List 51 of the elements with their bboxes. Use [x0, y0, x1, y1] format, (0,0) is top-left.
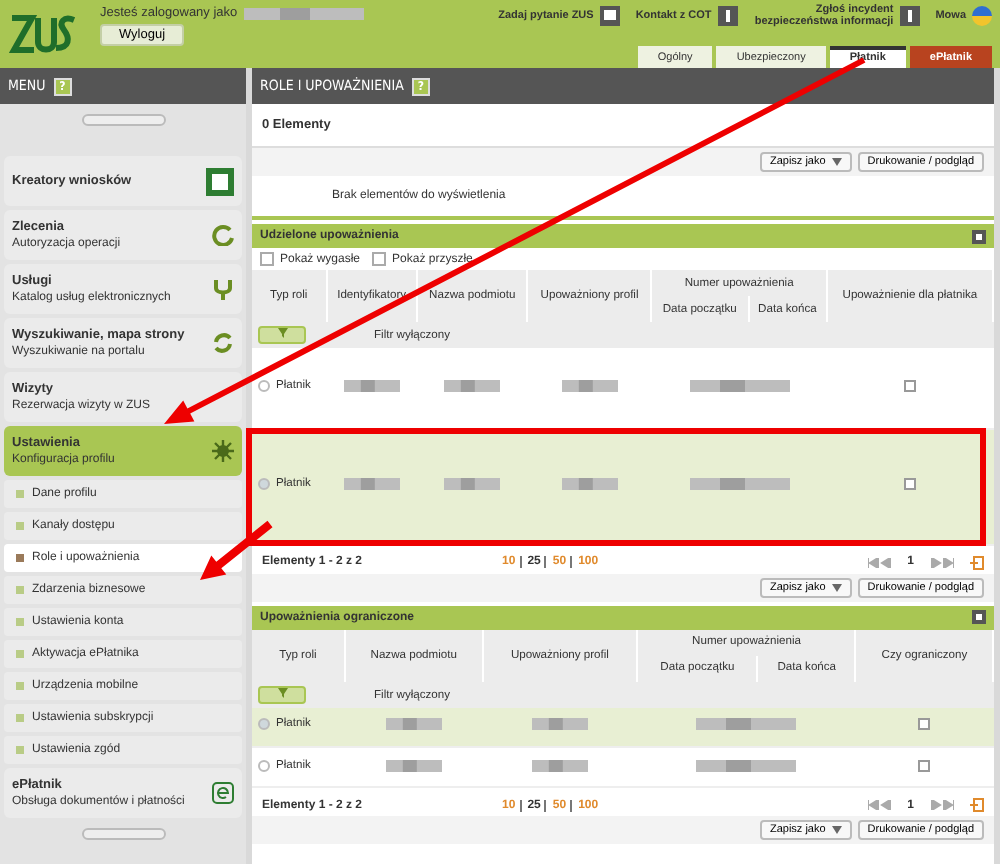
refresh-icon — [212, 224, 234, 246]
collapse-icon[interactable] — [972, 610, 986, 624]
export-icon[interactable] — [970, 798, 984, 812]
row-radio[interactable] — [258, 478, 270, 490]
row-checkbox[interactable] — [918, 759, 931, 771]
blurred-text-drawing — [385, 759, 442, 771]
flag-icon — [972, 6, 992, 27]
blurred-text-drawing — [444, 478, 501, 490]
logo-drawing — [8, 12, 76, 56]
row-radio[interactable] — [258, 759, 270, 771]
caret-icon — [831, 826, 842, 834]
filter-button[interactable] — [258, 685, 306, 703]
blurred-text-drawing — [385, 718, 442, 731]
next-last-icon[interactable] — [930, 800, 954, 810]
filter-icon — [277, 687, 287, 697]
gears-icon — [212, 440, 234, 462]
info-icon — [899, 6, 920, 27]
row-checkbox[interactable] — [903, 379, 916, 392]
blurred-text-drawing — [696, 718, 797, 731]
blurred-text-drawing — [689, 478, 790, 490]
caret-icon — [831, 158, 842, 166]
blurred-text-drawing — [343, 379, 400, 392]
filter-button[interactable] — [258, 326, 306, 344]
first-prev-icon[interactable] — [867, 557, 892, 567]
blurred-text-drawing — [444, 379, 501, 392]
row-checkbox[interactable] — [918, 718, 931, 731]
blurred-text-drawing — [531, 759, 588, 771]
blurred-text-drawing — [696, 759, 797, 771]
collapse-icon[interactable] — [972, 229, 986, 243]
blurred-text-drawing — [561, 478, 618, 490]
info-icon — [717, 6, 738, 27]
collapse-button[interactable] — [81, 828, 165, 840]
next-last-icon[interactable] — [930, 557, 954, 567]
caret-icon — [831, 583, 842, 591]
blurred-text-drawing — [531, 718, 588, 731]
row-radio[interactable] — [258, 379, 270, 392]
blurred-text-drawing — [689, 379, 790, 392]
row-checkbox[interactable] — [903, 478, 916, 490]
blurred-text-drawing — [243, 7, 364, 19]
collapse-button[interactable] — [81, 114, 165, 126]
blurred-text-drawing — [561, 379, 618, 392]
blurred-text-drawing — [343, 478, 400, 490]
export-icon[interactable] — [970, 555, 984, 569]
first-prev-icon[interactable] — [867, 800, 892, 810]
chat-icon — [599, 6, 620, 27]
fork-icon — [212, 278, 234, 300]
e-icon — [212, 782, 234, 804]
filter-icon — [277, 328, 287, 338]
form-icon — [206, 167, 234, 195]
row-radio[interactable] — [258, 718, 270, 731]
sync-icon — [212, 332, 234, 354]
